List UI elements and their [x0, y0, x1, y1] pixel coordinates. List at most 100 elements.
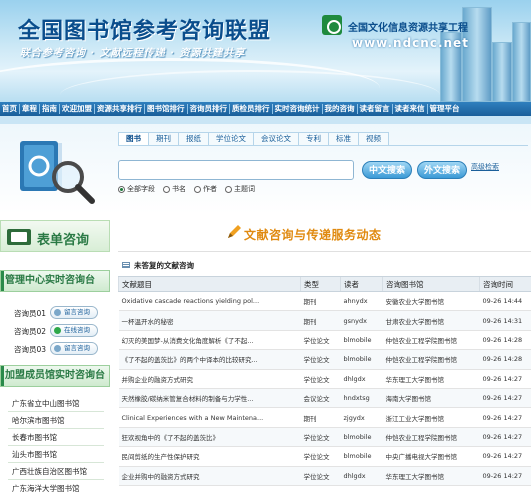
- cell-reader: dhlgdx: [340, 466, 383, 486]
- table-row[interactable]: 民间剪纸的生产性保护研究 学位论文 blmobile 中央广播电视大学图书馆 09-26…: [118, 446, 531, 467]
- cell-reader: ahnydx: [340, 291, 383, 312]
- nav-item-join[interactable]: 欢迎加盟: [60, 104, 95, 114]
- table-row[interactable]: Oxidative cascade reactions yielding pol…: [118, 291, 531, 312]
- nav-item-consultant-rank[interactable]: 咨询员排行: [188, 104, 230, 114]
- library-link[interactable]: 汕头市图书馆: [12, 449, 57, 460]
- column-header-time: 咨询时间: [479, 276, 531, 292]
- cell-title[interactable]: 狂欢视角中的《了不起的盖茨比》: [118, 427, 301, 448]
- cell-time: 09-26 14:44: [479, 291, 531, 312]
- unanswered-label: 未答复的文献咨询: [134, 261, 194, 270]
- search-input[interactable]: [118, 160, 354, 180]
- ndcnc-logo-icon: [322, 15, 342, 35]
- table-row[interactable]: 幻灭的美国梦-从消费文化角度解析《了不起... 学位论文 blmobile 仲恺农业工…: [118, 330, 531, 351]
- realtime-desk-header: 管理中心实时咨询台: [0, 270, 110, 292]
- cell-reader: blmobile: [340, 446, 383, 467]
- cell-title[interactable]: 并购企业的融资方式研究: [118, 369, 301, 389]
- cell-library: 仲恺农业工程学院图书馆: [382, 349, 480, 370]
- cell-type: 学位论文: [300, 349, 341, 370]
- radio-title[interactable]: 书名: [163, 184, 186, 194]
- table-row[interactable]: 天然橡胶/碳纳米管复合材料的制备与力学性... 会议论文 hndxtsg 海南大学图书…: [118, 388, 531, 409]
- tab-thesis[interactable]: 学位论文: [208, 132, 254, 145]
- library-link[interactable]: 广东海洋大学图书馆: [12, 483, 80, 494]
- cell-library: 甘肃农业大学图书馆: [382, 310, 480, 331]
- table-row[interactable]: 企业并购中的融资方式研究 学位论文 dhlgdx 华东理工大学图书馆 09-26 14:…: [118, 466, 531, 486]
- column-header-type: 类型: [300, 276, 341, 292]
- tab-video[interactable]: 视频: [358, 132, 389, 145]
- nav-item-charter[interactable]: 章程: [20, 104, 40, 114]
- radio-subject[interactable]: 主题词: [225, 184, 255, 194]
- cell-title[interactable]: 幻灭的美国梦-从消费文化角度解析《了不起...: [118, 330, 301, 351]
- cell-time: 09-26 14:27: [479, 427, 531, 448]
- cell-library: 安徽农业大学图书馆: [382, 291, 480, 312]
- radio-all-fields[interactable]: 全部字段: [118, 184, 155, 194]
- nav-underline: [0, 116, 531, 124]
- member-desk-header: 加盟成员馆实时咨询台: [0, 365, 110, 387]
- message-consult-button[interactable]: 留言咨询: [50, 342, 98, 355]
- nav-item-library-rank[interactable]: 图书馆排行: [145, 104, 188, 114]
- tab-standard[interactable]: 标准: [328, 132, 359, 145]
- radio-dot-icon: [118, 185, 125, 193]
- library-link[interactable]: 长春市图书馆: [12, 432, 57, 443]
- cell-title[interactable]: 民间剪纸的生产性保护研究: [118, 446, 301, 467]
- library-link[interactable]: 哈尔滨市图书馆: [12, 415, 65, 426]
- section-divider: [118, 251, 531, 252]
- table-row[interactable]: Clinical Experiences with a New Maintena…: [118, 407, 531, 428]
- divider: [8, 445, 104, 446]
- library-link[interactable]: 广西壮族自治区图书馆: [12, 466, 87, 477]
- chinese-search-button[interactable]: 中文搜索: [362, 161, 412, 179]
- tab-conference[interactable]: 会议论文: [253, 132, 299, 145]
- cell-reader: dhlgdx: [340, 369, 383, 389]
- nav-item-realtime-stats[interactable]: 实时咨询统计: [273, 104, 323, 114]
- tab-newspaper[interactable]: 报纸: [178, 132, 209, 145]
- consult-table: 文献题目 类型 读者 咨询图书馆 咨询时间 Oxidative cascade …: [118, 276, 531, 486]
- column-header-library: 咨询图书馆: [382, 276, 480, 292]
- cell-library: 仲恺农业工程学院图书馆: [382, 427, 480, 448]
- radio-dot-icon: [225, 185, 232, 193]
- staff-name: 咨询员02: [14, 327, 47, 336]
- nav-item-guestbook[interactable]: 读者留言: [358, 104, 393, 114]
- advanced-search-link[interactable]: 高级检索: [471, 162, 499, 172]
- cell-library: 中央广播电视大学图书馆: [382, 446, 480, 467]
- cell-reader: gsnydx: [340, 310, 383, 331]
- divider: [8, 411, 104, 412]
- nav-item-home[interactable]: 首页: [0, 104, 20, 114]
- cell-title[interactable]: 《了不起的盖茨比》的两个中译本的比较研究...: [118, 349, 301, 370]
- table-row[interactable]: 并购企业的融资方式研究 学位论文 dhlgdx 华东理工大学图书馆 09-26 14:2…: [118, 369, 531, 389]
- cell-type: 会议论文: [300, 388, 341, 409]
- cell-title[interactable]: Clinical Experiences with a New Maintena…: [118, 407, 301, 428]
- radio-author[interactable]: 作者: [194, 184, 217, 194]
- nav-item-qa-rank[interactable]: 质检员排行: [230, 104, 273, 114]
- table-row[interactable]: 《了不起的盖茨比》的两个中译本的比较研究... 学位论文 blmobile 仲恺农业工…: [118, 349, 531, 370]
- table-row[interactable]: 狂欢视角中的《了不起的盖茨比》 学位论文 blmobile 仲恺农业工程学院图书馆 09…: [118, 427, 531, 448]
- cell-title[interactable]: 天然橡胶/碳纳米管复合材料的制备与力学性...: [118, 388, 301, 409]
- nav-item-guide[interactable]: 指南: [40, 104, 60, 114]
- section-title: 文献咨询与传递服务动态: [244, 228, 382, 242]
- tabs-divider: [118, 145, 528, 146]
- cell-library: 仲恺农业工程学院图书馆: [382, 330, 480, 351]
- cell-type: 学位论文: [300, 330, 341, 351]
- tab-journal[interactable]: 期刊: [148, 132, 179, 145]
- online-consult-button[interactable]: 在线咨询: [50, 324, 98, 337]
- message-consult-button[interactable]: 留言咨询: [50, 306, 98, 319]
- tab-patent[interactable]: 专利: [298, 132, 329, 145]
- foreign-search-button[interactable]: 外文搜索: [417, 161, 467, 179]
- project-name: 全国文化信息资源共享工程: [348, 23, 468, 34]
- status-dot-icon: [54, 309, 61, 316]
- nav-item-my-consult[interactable]: 我的咨询: [323, 104, 358, 114]
- library-link[interactable]: 广东省立中山图书馆: [12, 398, 80, 409]
- cell-title[interactable]: 企业并购中的融资方式研究: [118, 466, 301, 486]
- main-nav: 首页 章程 指南 欢迎加盟 资源共享排行 图书馆排行 咨询员排行 质检员排行 实…: [0, 102, 531, 116]
- table-row[interactable]: 一杯温开水的秘密 期刊 gsnydx 甘肃农业大学图书馆 09-26 14:31: [118, 310, 531, 331]
- building-graphic: [512, 22, 531, 102]
- form-consult-button[interactable]: 表单咨询: [0, 220, 110, 252]
- cell-title[interactable]: Oxidative cascade reactions yielding pol…: [118, 291, 301, 312]
- tab-book[interactable]: 图书: [118, 132, 149, 145]
- cell-library: 华东理工大学图书馆: [382, 466, 480, 486]
- status-dot-icon: [54, 345, 61, 352]
- nav-item-letters[interactable]: 读者来信: [393, 104, 428, 114]
- nav-item-resource-rank[interactable]: 资源共享排行: [95, 104, 145, 114]
- nav-item-admin[interactable]: 管理平台: [428, 104, 462, 114]
- site-slogan: 联合参考咨询 · 文献远程传递 · 资源共建共享: [20, 48, 246, 59]
- cell-type: 期刊: [300, 407, 341, 428]
- cell-title[interactable]: 一杯温开水的秘密: [118, 310, 301, 331]
